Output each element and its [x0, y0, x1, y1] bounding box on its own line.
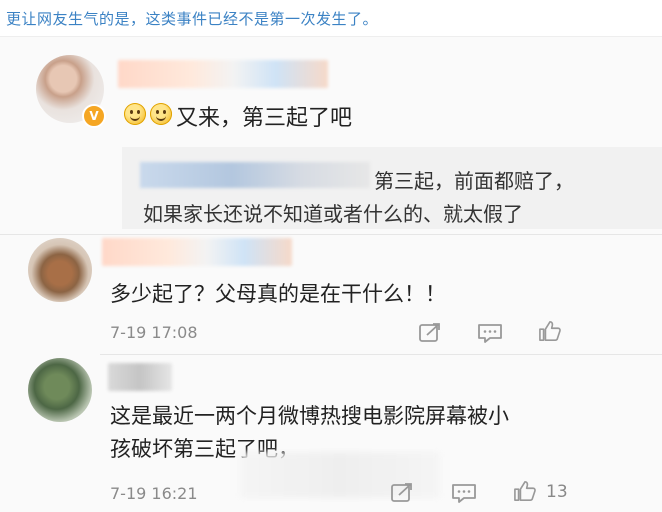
comment-time: 7-19 16:21 [110, 484, 198, 503]
comment-time: 7-19 17:08 [110, 323, 198, 342]
avatar[interactable] [28, 358, 92, 422]
article-caption: 更让网友生气的是，这类事件已经不是第一次发生了。 [6, 10, 379, 28]
reply-text-line: 第三起，前面都赔了， [374, 169, 574, 193]
verified-badge-icon: V [82, 104, 106, 128]
thumbs-up-icon[interactable] [537, 320, 563, 342]
comment-text-line: 这是最近一两个月微博热搜电影院屏幕被小 [110, 404, 509, 428]
reply-text-line: 如果家长还说不知道或者什么的、就太假了 [143, 202, 523, 226]
comment-text: 多少起了？父母真的是在干什么！！ [110, 282, 446, 306]
like-count: 13 [546, 482, 568, 502]
username-blurred[interactable] [108, 363, 172, 391]
divider [0, 234, 662, 235]
thumbs-up-icon[interactable] [512, 480, 538, 502]
divider [100, 354, 662, 355]
avatar[interactable] [28, 238, 92, 302]
comment-text: 又来，第三起了吧 [176, 106, 353, 131]
smile-emoji-icon [124, 103, 146, 125]
reply-username-blurred [140, 162, 370, 188]
comment-icon[interactable] [451, 482, 477, 504]
share-icon[interactable] [418, 322, 444, 344]
smile-emoji-icon [150, 103, 172, 125]
username-blurred[interactable] [118, 60, 328, 88]
username-blurred[interactable] [102, 238, 292, 266]
share-icon[interactable] [390, 482, 416, 504]
comment-icon[interactable] [477, 322, 503, 344]
